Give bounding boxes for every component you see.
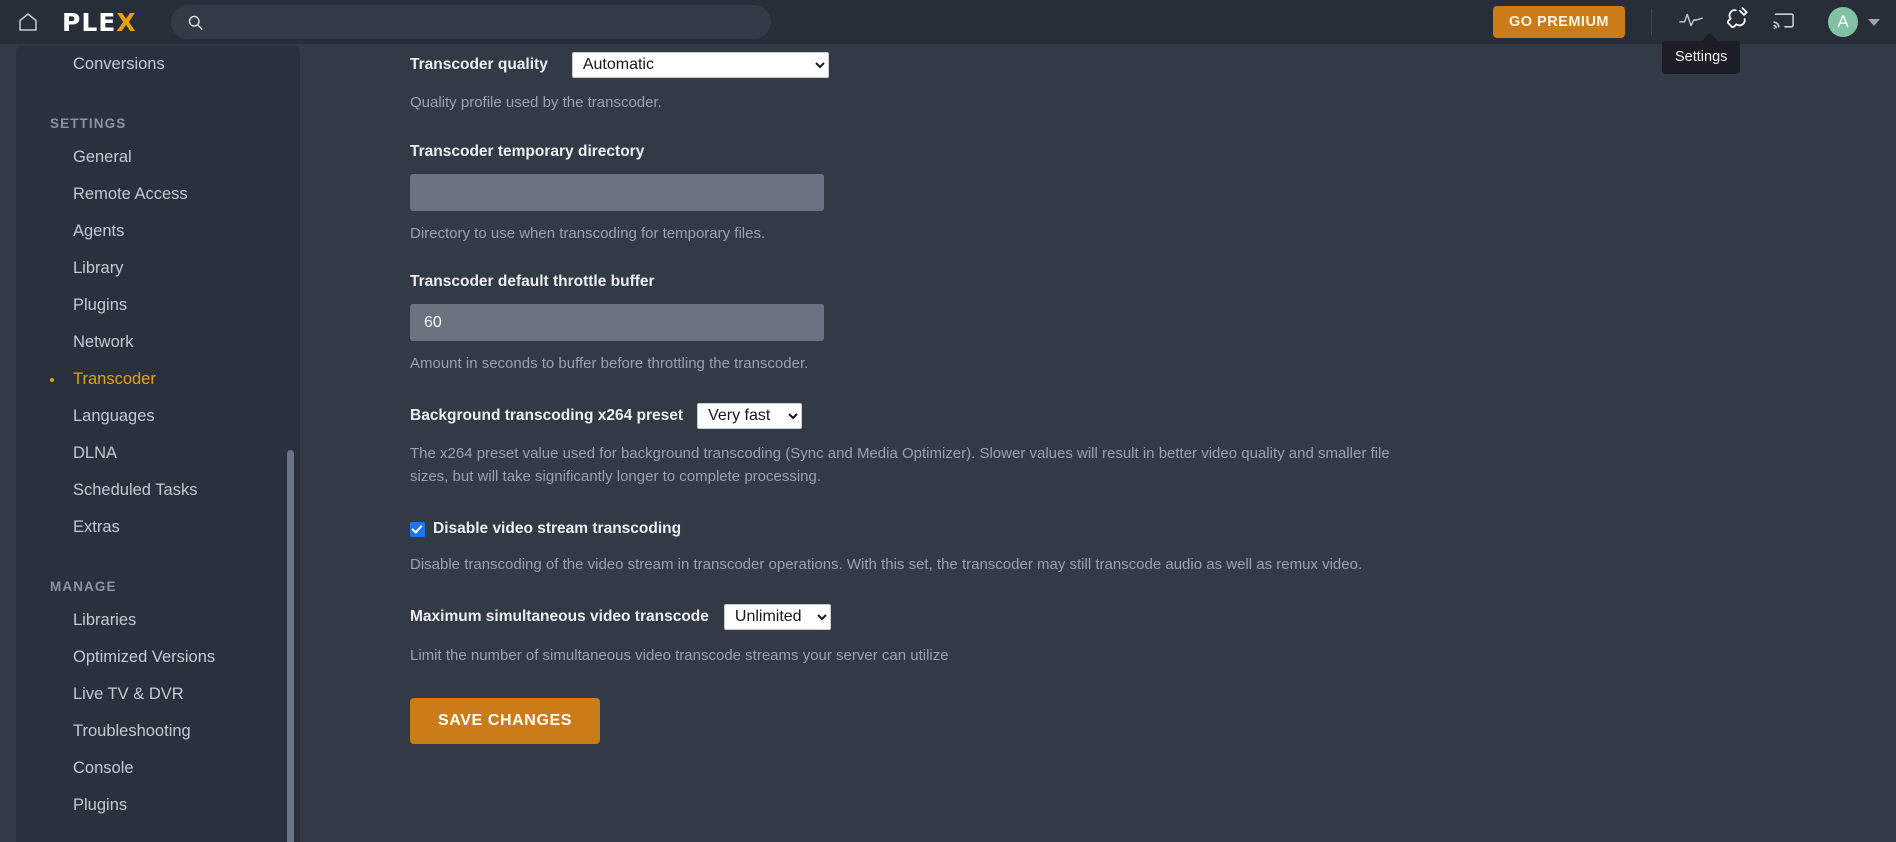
sidebar-item-label: DLNA [73, 444, 118, 462]
settings-tooltip: Settings [1662, 41, 1741, 74]
account-menu[interactable]: A [1828, 7, 1880, 37]
sidebar-scroll-content: Conversions SETTINGS General Remote Acce… [16, 46, 300, 842]
cast-icon [1771, 9, 1796, 36]
sidebar-item-label: Transcoder [73, 370, 156, 388]
temp-directory-label: Transcoder temporary directory [410, 143, 645, 160]
wrench-settings-icon [1725, 7, 1750, 37]
sidebar-item-transcoder[interactable]: Transcoder [16, 361, 300, 398]
sidebar-item-label: Remote Access [73, 185, 188, 203]
home-icon [16, 10, 40, 34]
header-divider [1651, 9, 1652, 35]
throttle-buffer-label: Transcoder default throttle buffer [410, 273, 655, 290]
sidebar-item-conversions[interactable]: Conversions [16, 46, 300, 83]
transcoder-quality-label: Transcoder quality [410, 56, 548, 73]
disable-video-stream-label[interactable]: Disable video stream transcoding [433, 520, 681, 538]
activity-pulse-icon [1678, 9, 1704, 36]
field-max-simultaneous: Maximum simultaneous video transcode Unl… [410, 604, 1896, 630]
sidebar-item-label: Scheduled Tasks [73, 481, 198, 499]
sidebar-item-network[interactable]: Network [16, 324, 300, 361]
sidebar-section-manage: MANAGE [50, 579, 117, 594]
x264-preset-help: The x264 preset value used for backgroun… [410, 445, 1390, 485]
plex-logo-text: PLE [62, 7, 117, 37]
sidebar-item-label: Extras [73, 518, 120, 536]
temp-directory-help: Directory to use when transcoding for te… [410, 225, 766, 242]
sidebar-item-extras[interactable]: Extras [16, 509, 300, 546]
sidebar-item-library[interactable]: Library [16, 250, 300, 287]
sidebar-item-remote-access[interactable]: Remote Access [16, 176, 300, 213]
max-simultaneous-select[interactable]: Unlimited [723, 604, 831, 630]
sidebar-item-libraries[interactable]: Libraries [16, 602, 300, 639]
settings-content-panel: Transcoder quality Automatic Quality pro… [300, 44, 1896, 842]
sidebar-item-label: Conversions [73, 55, 165, 73]
sidebar-item-label: Console [73, 759, 134, 777]
temp-directory-input[interactable] [410, 174, 824, 211]
sidebar-item-plugins-manage[interactable]: Plugins [16, 787, 300, 824]
go-premium-button[interactable]: GO PREMIUM [1492, 6, 1625, 38]
search-input[interactable] [203, 13, 771, 31]
throttle-buffer-input[interactable] [410, 304, 824, 341]
plex-logo-accent: X [116, 7, 137, 37]
transcoder-quality-help: Quality profile used by the transcoder. [410, 94, 662, 111]
sidebar-item-optimized-versions[interactable]: Optimized Versions [16, 639, 300, 676]
plex-settings-page: PLEX GO PREMIUM A Settings Conversions S… [0, 0, 1896, 842]
settings-button[interactable] [1714, 0, 1760, 44]
transcoder-settings-form: Transcoder quality Automatic Quality pro… [300, 52, 1896, 744]
sidebar-item-scheduled-tasks[interactable]: Scheduled Tasks [16, 472, 300, 509]
sidebar-item-label: Live TV & DVR [73, 685, 184, 703]
transcoder-quality-select[interactable]: Automatic [571, 52, 829, 78]
field-throttle-buffer: Transcoder default throttle buffer [410, 273, 1896, 341]
plex-logo[interactable]: PLEX [62, 8, 137, 37]
chevron-down-icon [1868, 18, 1880, 26]
sidebar-item-console[interactable]: Console [16, 750, 300, 787]
sidebar-item-label: General [73, 148, 132, 166]
sidebar-section-settings: SETTINGS [50, 116, 127, 131]
sidebar-item-general[interactable]: General [16, 139, 300, 176]
header-actions: GO PREMIUM A [1492, 0, 1896, 44]
sidebar-item-live-tv-dvr[interactable]: Live TV & DVR [16, 676, 300, 713]
sidebar-item-label: Library [73, 259, 124, 277]
sidebar-scrollbar-thumb[interactable] [287, 450, 294, 842]
field-temp-directory: Transcoder temporary directory [410, 143, 1896, 211]
sidebar-item-label: Languages [73, 407, 155, 425]
sidebar-item-troubleshooting[interactable]: Troubleshooting [16, 713, 300, 750]
sidebar-item-label: Libraries [73, 611, 137, 629]
sidebar-item-label: Network [73, 333, 134, 351]
x264-preset-label: Background transcoding x264 preset [410, 407, 684, 424]
active-bullet-icon [50, 378, 54, 382]
top-header-bar: PLEX GO PREMIUM A [0, 0, 1896, 44]
settings-sidebar: Conversions SETTINGS General Remote Acce… [16, 46, 300, 842]
sidebar-item-label: Troubleshooting [73, 722, 191, 740]
avatar: A [1828, 7, 1858, 37]
home-button[interactable] [0, 0, 56, 44]
tooltip-arrow [1701, 33, 1719, 42]
sidebar-item-languages[interactable]: Languages [16, 398, 300, 435]
field-disable-video-stream: Disable video stream transcoding [410, 520, 1896, 538]
sidebar-item-label: Optimized Versions [73, 648, 216, 666]
x264-preset-select[interactable]: Very fast [697, 403, 803, 429]
sidebar-item-label: Plugins [73, 796, 128, 814]
cast-button[interactable] [1760, 0, 1806, 44]
search-icon [187, 14, 204, 31]
sidebar-item-dlna[interactable]: DLNA [16, 435, 300, 472]
max-simultaneous-help: Limit the number of simultaneous video t… [410, 647, 949, 664]
sidebar-item-agents[interactable]: Agents [16, 213, 300, 250]
save-changes-button[interactable]: SAVE CHANGES [410, 698, 601, 744]
disable-video-stream-help: Disable transcoding of the video stream … [410, 556, 1363, 573]
search-bar[interactable] [170, 5, 771, 39]
disable-video-stream-checkbox[interactable] [410, 521, 425, 537]
sidebar-item-label: Agents [73, 222, 125, 240]
sidebar-item-label: Plugins [73, 296, 128, 314]
field-x264-preset: Background transcoding x264 preset Very … [410, 403, 1896, 429]
throttle-buffer-help: Amount in seconds to buffer before throt… [410, 355, 809, 372]
sidebar-item-plugins[interactable]: Plugins [16, 287, 300, 324]
max-simultaneous-label: Maximum simultaneous video transcode [410, 608, 709, 625]
